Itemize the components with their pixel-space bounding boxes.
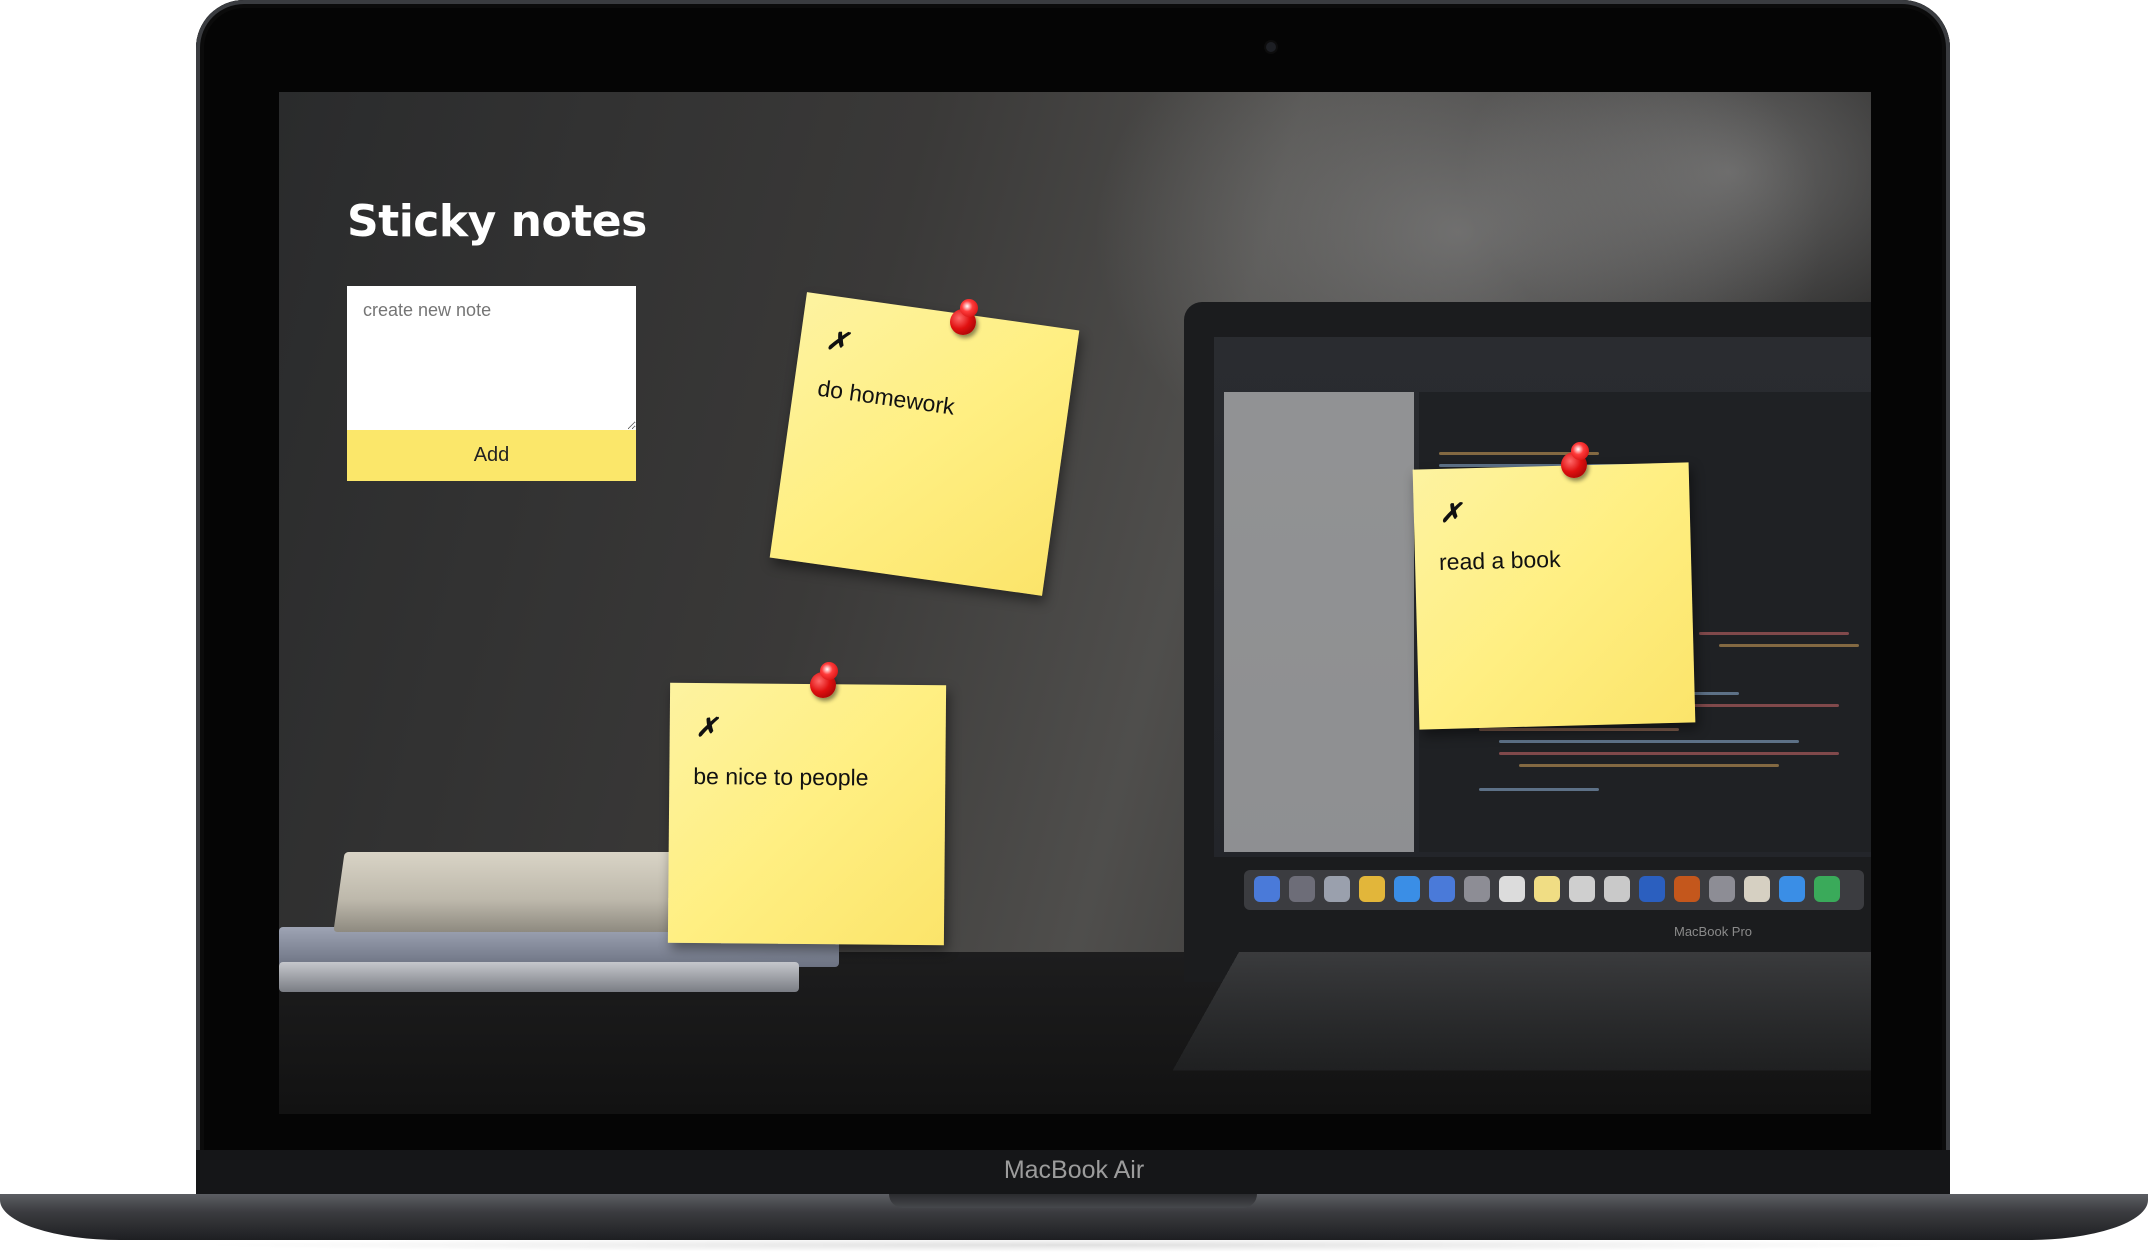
screen: MacBook Pro Sticky notes Add ✗ do homewo… bbox=[279, 92, 1871, 1114]
add-note-button[interactable]: Add bbox=[347, 430, 636, 481]
code-line bbox=[1499, 752, 1839, 755]
code-line bbox=[1519, 764, 1779, 767]
code-line bbox=[1699, 632, 1849, 635]
sticky-note: ✗ read a book bbox=[1412, 462, 1696, 730]
dock-app-icon bbox=[1254, 876, 1280, 902]
background-keyboard bbox=[1172, 952, 1871, 1071]
dock-app-icon bbox=[1814, 876, 1840, 902]
dock-app-icon bbox=[1464, 876, 1490, 902]
dock-app-icon bbox=[1674, 876, 1700, 902]
delete-note-button[interactable]: ✗ bbox=[1439, 498, 1462, 529]
note-text: do homework bbox=[816, 374, 957, 420]
dock-app-icon bbox=[1289, 876, 1315, 902]
sticky-note: ✗ do homework bbox=[769, 292, 1080, 596]
code-line bbox=[1479, 788, 1599, 791]
note-text: be nice to people bbox=[693, 763, 869, 791]
dock-app-icon bbox=[1604, 876, 1630, 902]
dock-app-icon bbox=[1779, 876, 1805, 902]
code-line bbox=[1719, 644, 1859, 647]
dock-app-icon bbox=[1499, 876, 1525, 902]
dock-app-icon bbox=[1394, 876, 1420, 902]
base-shadow bbox=[190, 1238, 1958, 1252]
dock-app-icon bbox=[1429, 876, 1455, 902]
page-title: Sticky notes bbox=[347, 196, 647, 247]
note-text: read a book bbox=[1438, 545, 1561, 575]
delete-note-button[interactable]: ✗ bbox=[824, 325, 850, 358]
sticky-note: ✗ be nice to people bbox=[667, 682, 947, 946]
background-laptop-label: MacBook Pro bbox=[1674, 924, 1753, 939]
dock-app-icon bbox=[1569, 876, 1595, 902]
delete-note-button[interactable]: ✗ bbox=[696, 713, 718, 743]
pushpin-icon bbox=[946, 299, 980, 335]
hinge-notch bbox=[889, 1194, 1257, 1208]
dock-app-icon bbox=[1744, 876, 1770, 902]
dock-app-icon bbox=[1359, 876, 1385, 902]
dock-app-icon bbox=[1534, 876, 1560, 902]
dock-app-icon bbox=[1709, 876, 1735, 902]
dock-app-icon bbox=[1639, 876, 1665, 902]
dock-app-icon bbox=[1324, 876, 1350, 902]
new-note-form: Add bbox=[347, 286, 636, 481]
background-book bbox=[279, 962, 799, 992]
camera-icon bbox=[1266, 42, 1276, 52]
pushpin-icon bbox=[806, 662, 840, 698]
pushpin-icon bbox=[1557, 442, 1591, 478]
code-line bbox=[1479, 728, 1679, 731]
code-line bbox=[1499, 740, 1799, 743]
background-laptop-sidebar bbox=[1224, 392, 1414, 852]
new-note-input[interactable] bbox=[347, 286, 636, 430]
model-label: MacBook Air bbox=[1003, 1156, 1145, 1184]
